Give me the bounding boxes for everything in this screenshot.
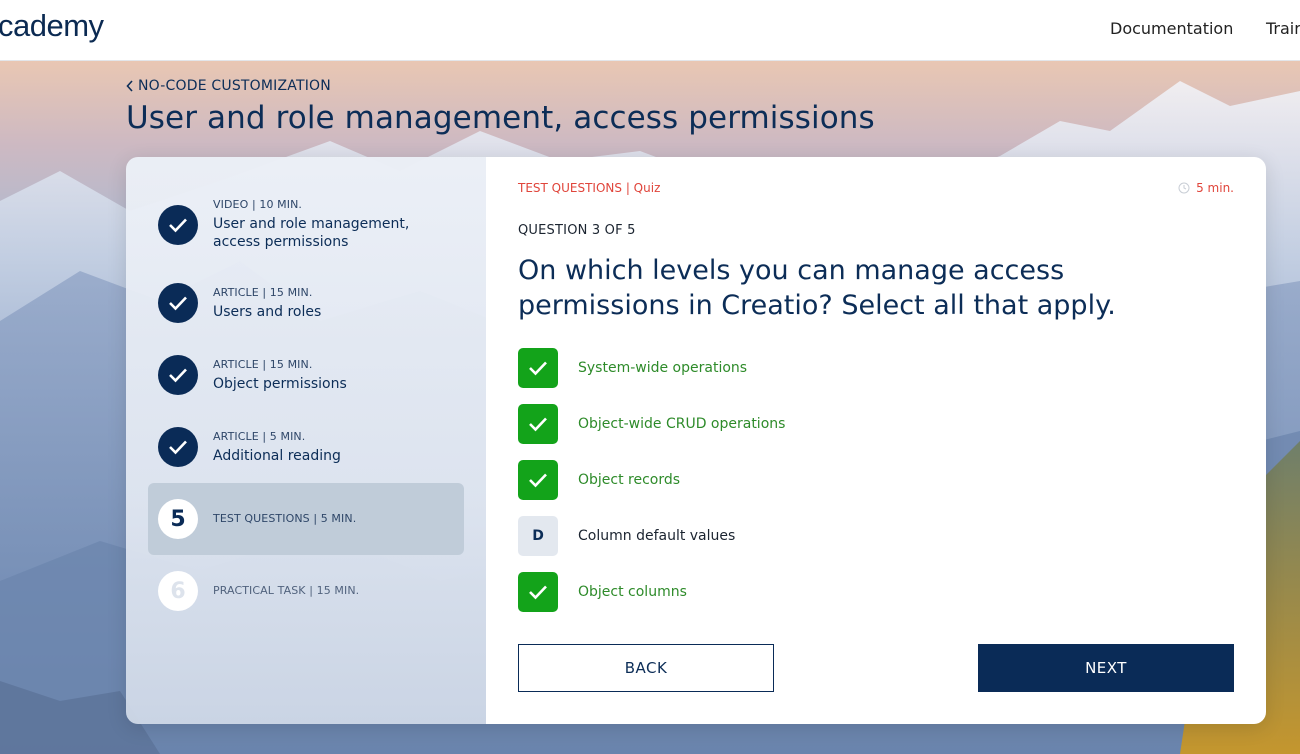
duration-label: 5 min. — [1196, 181, 1234, 195]
answer-label: System-wide operations — [578, 360, 748, 376]
step-title: Additional reading — [213, 448, 341, 464]
step-article-object-permissions[interactable]: ARTICLE | 15 MIN. Object permissions — [148, 339, 464, 411]
clock-icon — [1178, 182, 1190, 194]
checkmark-icon — [529, 361, 547, 376]
step-completed-badge — [158, 427, 198, 467]
question-counter: QUESTION 3 OF 5 — [518, 223, 636, 238]
checkbox-checked[interactable] — [518, 460, 558, 500]
step-completed-badge — [158, 283, 198, 323]
step-title: User and role management, access permiss… — [213, 216, 410, 250]
step-number-badge: 6 — [158, 571, 198, 611]
breadcrumb-label: NO-CODE CUSTOMIZATION — [138, 78, 331, 94]
answer-option[interactable]: D Column default values — [518, 516, 735, 556]
quiz-duration: 5 min. — [1178, 181, 1234, 195]
quiz-panel: TEST QUESTIONS | Quiz 5 min. QUESTION 3 … — [486, 157, 1266, 724]
step-meta: VIDEO | 10 MIN. — [213, 198, 303, 211]
answer-label: Column default values — [578, 528, 736, 544]
step-completed-badge — [158, 205, 198, 245]
checkmark-icon — [169, 218, 187, 233]
lesson-steps-sidebar: VIDEO | 10 MIN. User and role management… — [126, 157, 486, 724]
back-button[interactable]: BACK — [518, 644, 774, 692]
step-article-additional-reading[interactable]: ARTICLE | 5 MIN. Additional reading — [148, 411, 464, 483]
top-navigation-bar: cademy Documentation Trair — [0, 0, 1300, 61]
step-title: Users and roles — [213, 304, 322, 320]
step-title: Object permissions — [213, 376, 347, 392]
step-meta: PRACTICAL TASK | 15 MIN. — [213, 584, 360, 597]
answer-option[interactable]: Object columns — [518, 572, 687, 612]
chevron-left-icon — [126, 80, 133, 92]
checkmark-icon — [529, 473, 547, 488]
checkbox-checked[interactable] — [518, 348, 558, 388]
step-practical-task[interactable]: 6 PRACTICAL TASK | 15 MIN. — [148, 555, 464, 627]
answer-label: Object columns — [578, 584, 687, 600]
quiz-kicker: TEST QUESTIONS | Quiz — [518, 181, 661, 195]
answer-option[interactable]: Object records — [518, 460, 680, 500]
checkbox-unchecked[interactable]: D — [518, 516, 558, 556]
step-number-badge: 5 — [158, 499, 198, 539]
step-completed-badge — [158, 355, 198, 395]
academy-logo[interactable]: cademy — [0, 8, 104, 44]
answer-label: Object records — [578, 472, 681, 488]
answer-label: Object-wide CRUD operations — [578, 416, 786, 432]
lesson-card: VIDEO | 10 MIN. User and role management… — [126, 157, 1266, 724]
step-article-users-roles[interactable]: ARTICLE | 15 MIN. Users and roles — [148, 267, 464, 339]
nav-link-training[interactable]: Trair — [1266, 19, 1300, 38]
checkbox-checked[interactable] — [518, 404, 558, 444]
page-title: User and role management, access permiss… — [126, 100, 875, 136]
answer-option[interactable]: System-wide operations — [518, 348, 747, 388]
checkmark-icon — [169, 296, 187, 311]
checkmark-icon — [529, 417, 547, 432]
checkmark-icon — [169, 368, 187, 383]
step-meta: TEST QUESTIONS | 5 MIN. — [213, 512, 357, 525]
answer-option[interactable]: Object-wide CRUD operations — [518, 404, 785, 444]
checkbox-checked[interactable] — [518, 572, 558, 612]
question-text: On which levels you can manage access pe… — [518, 255, 1116, 321]
next-button[interactable]: NEXT — [978, 644, 1234, 692]
step-video[interactable]: VIDEO | 10 MIN. User and role management… — [148, 189, 464, 261]
step-test-questions[interactable]: 5 TEST QUESTIONS | 5 MIN. — [148, 483, 464, 555]
nav-link-documentation[interactable]: Documentation — [1110, 19, 1233, 38]
step-meta: ARTICLE | 15 MIN. — [213, 286, 313, 299]
breadcrumb-back-link[interactable]: NO-CODE CUSTOMIZATION — [126, 78, 331, 94]
step-meta: ARTICLE | 15 MIN. — [213, 358, 313, 371]
checkmark-icon — [529, 585, 547, 600]
checkmark-icon — [169, 440, 187, 455]
step-meta: ARTICLE | 5 MIN. — [213, 430, 306, 443]
